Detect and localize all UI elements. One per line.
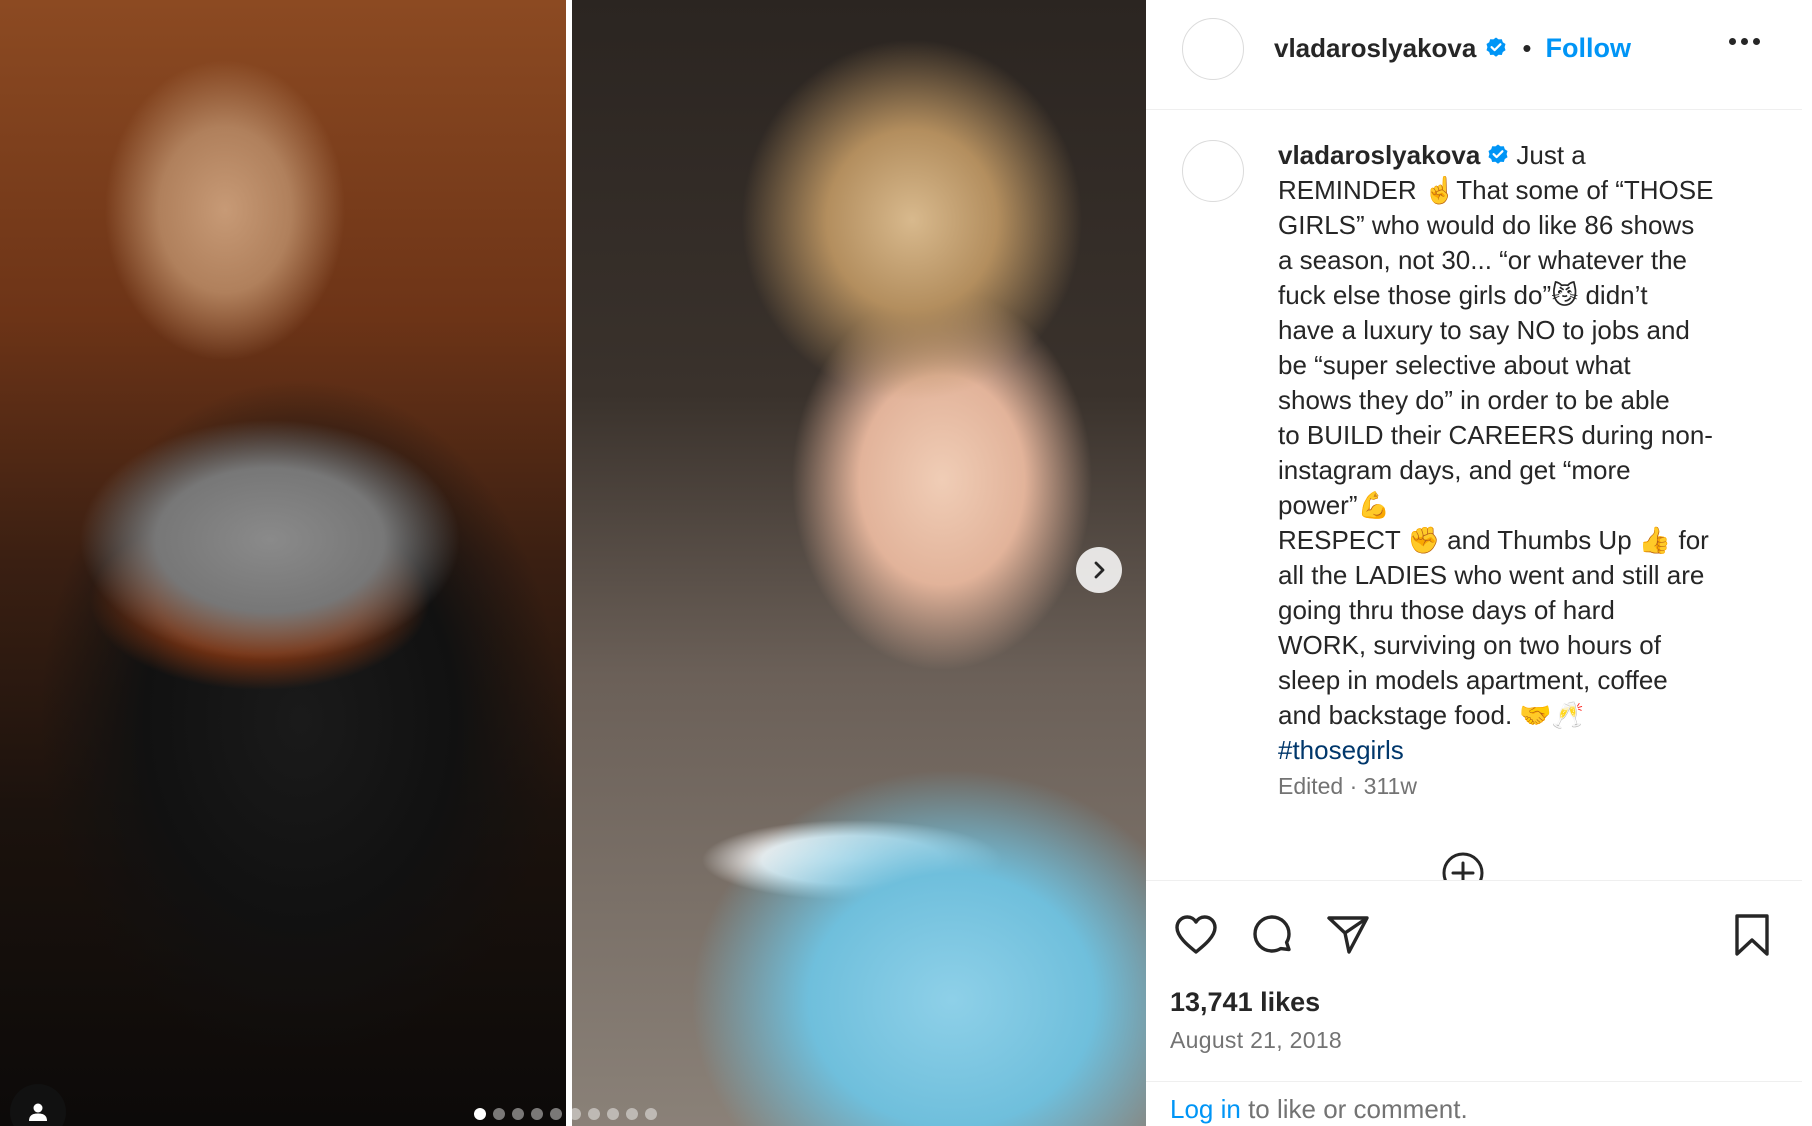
edited-timestamp: Edited · 311w xyxy=(1278,773,1417,799)
post-actions: 13,741 likes August 21, 2018 Log in to l… xyxy=(1146,880,1802,1126)
caption-text-line: have a luxury to say NO to jobs and xyxy=(1278,315,1690,345)
verified-badge-icon xyxy=(1486,37,1506,57)
carousel-dot xyxy=(588,1108,600,1120)
hashtag-link[interactable]: #thosegirls xyxy=(1278,733,1798,768)
load-more-comments-button[interactable] xyxy=(1440,850,1486,880)
caption-text-line: and backstage food. 🤝🥂 xyxy=(1278,700,1585,730)
heart-icon xyxy=(1175,915,1217,954)
caption-text-line: instagram days, and get “more xyxy=(1278,455,1631,485)
caption-username-link[interactable]: vladaroslyakova xyxy=(1278,140,1480,170)
share-icon xyxy=(1327,916,1369,954)
post-photo-left xyxy=(0,0,566,1126)
caption-text-line: be “super selective about what xyxy=(1278,350,1631,380)
caption-avatar[interactable] xyxy=(1182,140,1244,202)
login-prompt-text: to like or comment. xyxy=(1240,1094,1468,1124)
carousel-dot xyxy=(626,1108,638,1120)
follow-button[interactable]: Follow xyxy=(1545,33,1630,64)
comment-icon xyxy=(1253,915,1291,953)
user-tag-icon xyxy=(29,1103,47,1121)
caption-text-line: to BUILD their CAREERS during non- xyxy=(1278,420,1713,450)
carousel-dot xyxy=(512,1108,524,1120)
caption-text-line: shows they do” in order to be able xyxy=(1278,385,1670,415)
caption-text-line: REMINDER ☝️That some of “THOSE xyxy=(1278,175,1714,205)
carousel-dot xyxy=(474,1108,486,1120)
save-button[interactable] xyxy=(1728,911,1776,959)
more-options-icon xyxy=(1753,38,1760,45)
caption-text-line: all the LADIES who went and still are xyxy=(1278,560,1705,590)
caption-text-line: Just a xyxy=(1516,140,1586,170)
like-button[interactable] xyxy=(1172,911,1220,959)
caption-first-line: vladaroslyakova Just a xyxy=(1278,138,1798,173)
share-button[interactable] xyxy=(1324,911,1372,959)
carousel-dots xyxy=(474,1108,657,1120)
likes-count[interactable]: 13,741 likes xyxy=(1170,987,1320,1018)
carousel-dot xyxy=(493,1108,505,1120)
header-username-link[interactable]: vladaroslyakova xyxy=(1274,33,1476,64)
more-options-button[interactable] xyxy=(1729,38,1760,45)
login-prompt: Log in to like or comment. xyxy=(1146,1081,1802,1126)
login-link[interactable]: Log in xyxy=(1170,1094,1241,1124)
post-media xyxy=(0,0,1146,1126)
post-header: vladaroslyakova • Follow xyxy=(1146,0,1802,110)
chevron-right-icon xyxy=(1094,561,1105,579)
caption-text-line: a season, not 30... “or whatever the xyxy=(1278,245,1688,275)
carousel-next-button[interactable] xyxy=(1076,547,1122,593)
post-caption: vladaroslyakova Just a REMINDER ☝️That so… xyxy=(1278,138,1798,768)
caption-text-line: sleep in models apartment, coffee xyxy=(1278,665,1668,695)
carousel-dot xyxy=(531,1108,543,1120)
carousel-dot xyxy=(569,1108,581,1120)
caption-text-line: GIRLS” who would do like 86 shows xyxy=(1278,210,1695,240)
carousel-dot xyxy=(607,1108,619,1120)
post-date[interactable]: August 21, 2018 xyxy=(1170,1027,1342,1054)
caption-text-line: RESPECT ✊ and Thumbs Up 👍 for xyxy=(1278,525,1709,555)
caption-text-line: power”💪 xyxy=(1278,490,1390,520)
comment-button[interactable] xyxy=(1248,911,1296,959)
avatar[interactable] xyxy=(1182,18,1244,80)
verified-badge-icon xyxy=(1488,144,1508,164)
post-photo-right xyxy=(572,0,1146,1126)
caption-text-line: WORK, surviving on two hours of xyxy=(1278,630,1661,660)
more-options-icon xyxy=(1729,38,1736,45)
separator-dot: • xyxy=(1522,32,1532,63)
more-options-icon xyxy=(1741,38,1748,45)
caption-text-line: fuck else those girls do”😼 didn’t xyxy=(1278,280,1648,310)
caption-text-line: going thru those days of hard xyxy=(1278,595,1615,625)
carousel-dot xyxy=(550,1108,562,1120)
carousel-dot xyxy=(645,1108,657,1120)
plus-circle-icon xyxy=(1442,852,1484,880)
bookmark-icon xyxy=(1735,914,1769,956)
post-side-panel: vladaroslyakova • Follow vladaroslyakova… xyxy=(1146,0,1812,1126)
